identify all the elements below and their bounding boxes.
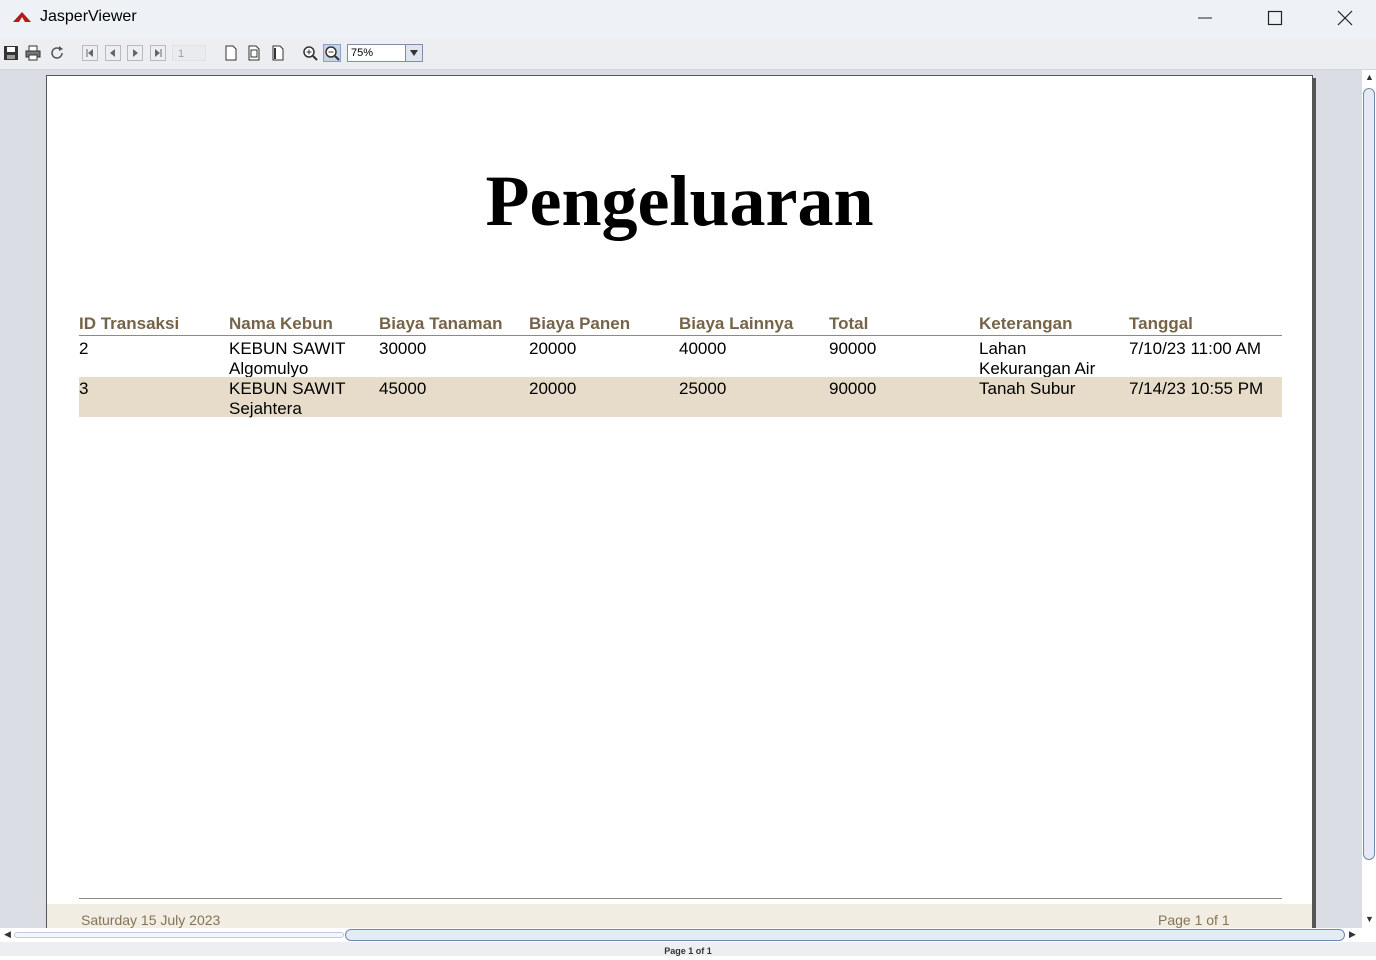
first-page-icon[interactable] (82, 45, 98, 61)
status-bar: Page 1 of 1 (0, 942, 1376, 956)
cell-keterangan: Tanah Subur (979, 379, 1076, 398)
toolbar: 1 75% (0, 38, 1376, 70)
vertical-scroll-thumb[interactable] (1363, 88, 1375, 860)
cell-biaya-panen: 20000 (529, 379, 577, 398)
scroll-left-icon[interactable]: ◀ (4, 930, 11, 939)
fit-width-icon[interactable] (270, 45, 286, 61)
last-page-icon[interactable] (150, 45, 166, 61)
report-page: Pengeluaran ID Transaksi Nama Kebun Biay… (46, 75, 1313, 928)
cell-nama-kebun: KEBUN SAWIT Algomulyo (229, 339, 346, 379)
previous-page-icon[interactable] (105, 45, 121, 61)
minimize-button[interactable] (1170, 0, 1240, 36)
column-header-biaya-lainnya: Biaya Lainnya (679, 314, 794, 333)
page-footer: Saturday 15 July 2023 Page 1 of 1 (47, 904, 1312, 928)
zoom-in-icon[interactable] (302, 45, 318, 61)
cell-keterangan: Lahan Kekurangan Air (979, 339, 1095, 379)
cell-nama-kebun-line1: KEBUN SAWIT (229, 339, 346, 358)
cell-nama-kebun: KEBUN SAWIT Sejahtera (229, 379, 346, 419)
page-number-input[interactable]: 1 (172, 45, 206, 61)
cell-nama-kebun-line1: KEBUN SAWIT (229, 379, 346, 398)
report-viewer[interactable]: Pengeluaran ID Transaksi Nama Kebun Biay… (0, 70, 1362, 928)
cell-total: 90000 (829, 379, 877, 398)
footer-date: Saturday 15 July 2023 (81, 912, 221, 928)
save-icon[interactable] (3, 45, 19, 61)
cell-total: 90000 (829, 339, 877, 358)
horizontal-scroll-thumb[interactable] (345, 929, 1345, 941)
table-row: 2 KEBUN SAWIT Algomulyo 30000 20000 40000… (79, 337, 1282, 379)
zoom-dropdown-button[interactable] (405, 45, 422, 61)
zoom-select[interactable]: 75% (347, 44, 423, 62)
scroll-right-icon[interactable]: ▶ (1349, 930, 1356, 939)
scroll-up-icon[interactable]: ▲ (1365, 73, 1374, 82)
cell-keterangan-line2: Kekurangan Air (979, 359, 1096, 378)
column-header-total: Total (829, 314, 869, 333)
cell-id: 3 (79, 379, 89, 398)
minimize-icon (1198, 17, 1212, 19)
cell-nama-kebun-line2: Sejahtera (229, 399, 302, 418)
zoom-out-icon[interactable] (323, 44, 341, 62)
scroll-down-icon[interactable]: ▼ (1365, 915, 1374, 924)
fit-page-icon[interactable] (246, 45, 262, 61)
cell-biaya-tanaman: 45000 (379, 379, 427, 398)
jasper-logo-icon (13, 12, 31, 22)
footer-divider (79, 898, 1282, 899)
cell-nama-kebun-line2: Algomulyo (229, 359, 309, 378)
title-bar: JasperViewer (0, 0, 1376, 38)
cell-biaya-panen: 20000 (529, 339, 577, 358)
cell-id: 2 (79, 339, 89, 358)
window-title: JasperViewer (40, 8, 137, 25)
column-header-keterangan: Keterangan (979, 314, 1073, 333)
maximize-button[interactable] (1240, 0, 1310, 36)
cell-biaya-tanaman: 30000 (379, 339, 427, 358)
report-title: Pengeluaran (485, 161, 874, 241)
cell-biaya-lainnya: 25000 (679, 379, 727, 398)
print-icon[interactable] (25, 45, 41, 61)
column-header-id: ID Transaksi (79, 314, 180, 333)
column-header-nama-kebun: Nama Kebun (229, 314, 333, 333)
close-icon (1337, 10, 1353, 26)
footer-page-number: Page 1 of 1 (1158, 912, 1230, 928)
zoom-value: 75% (351, 47, 374, 59)
horizontal-scrollbar[interactable]: ◀ ▶ (0, 928, 1362, 942)
cell-biaya-lainnya: 40000 (679, 339, 727, 358)
actual-size-icon[interactable] (223, 45, 239, 61)
cell-tanggal: 7/14/23 10:55 PM (1129, 379, 1264, 398)
chevron-down-icon (410, 50, 418, 56)
reload-icon[interactable] (49, 45, 65, 61)
column-header-biaya-panen: Biaya Panen (529, 314, 631, 333)
column-header-row: ID Transaksi Nama Kebun Biaya Tanaman Bi… (79, 314, 1282, 336)
close-button[interactable] (1310, 0, 1376, 36)
cell-tanggal: 7/10/23 11:00 AM (1129, 339, 1262, 358)
horizontal-scroll-track[interactable] (14, 932, 344, 938)
column-header-biaya-tanaman: Biaya Tanaman (379, 314, 503, 333)
vertical-scrollbar[interactable]: ▲ ▼ (1362, 70, 1376, 928)
table-row: 3 KEBUN SAWIT Sejahtera 45000 20000 25000… (79, 377, 1282, 419)
maximize-icon (1267, 10, 1283, 26)
column-header-tanggal: Tanggal (1129, 314, 1193, 333)
next-page-icon[interactable] (127, 45, 143, 61)
cell-keterangan-line1: Lahan (979, 339, 1027, 358)
